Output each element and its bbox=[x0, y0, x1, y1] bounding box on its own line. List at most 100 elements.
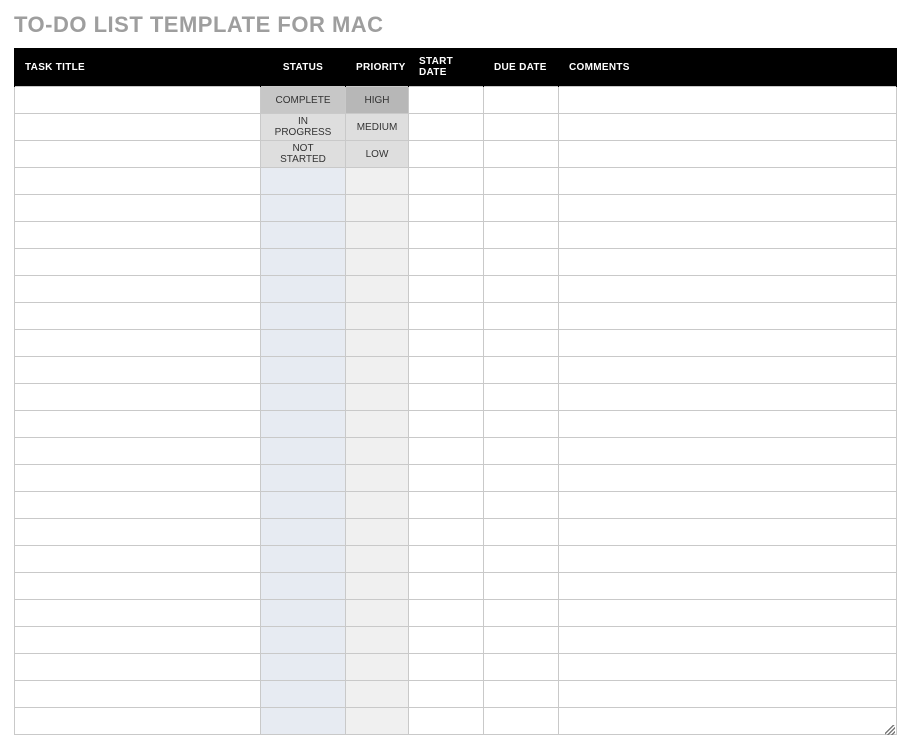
cell-priority[interactable] bbox=[346, 438, 409, 465]
cell-start-date[interactable] bbox=[409, 114, 484, 141]
cell-task-title[interactable] bbox=[15, 114, 261, 141]
cell-status[interactable] bbox=[261, 573, 346, 600]
cell-due-date[interactable] bbox=[484, 573, 559, 600]
cell-comments[interactable] bbox=[559, 492, 897, 519]
cell-task-title[interactable] bbox=[15, 87, 261, 114]
cell-priority[interactable] bbox=[346, 546, 409, 573]
cell-start-date[interactable] bbox=[409, 168, 484, 195]
cell-due-date[interactable] bbox=[484, 330, 559, 357]
cell-task-title[interactable] bbox=[15, 546, 261, 573]
cell-due-date[interactable] bbox=[484, 519, 559, 546]
cell-status[interactable] bbox=[261, 276, 346, 303]
cell-due-date[interactable] bbox=[484, 303, 559, 330]
cell-due-date[interactable] bbox=[484, 357, 559, 384]
cell-start-date[interactable] bbox=[409, 600, 484, 627]
cell-priority[interactable]: HIGH bbox=[346, 87, 409, 114]
cell-status[interactable] bbox=[261, 654, 346, 681]
cell-comments[interactable] bbox=[559, 546, 897, 573]
cell-comments[interactable] bbox=[559, 465, 897, 492]
cell-comments[interactable] bbox=[559, 357, 897, 384]
cell-priority[interactable] bbox=[346, 195, 409, 222]
cell-due-date[interactable] bbox=[484, 708, 559, 735]
cell-due-date[interactable] bbox=[484, 546, 559, 573]
cell-priority[interactable] bbox=[346, 357, 409, 384]
cell-start-date[interactable] bbox=[409, 627, 484, 654]
cell-start-date[interactable] bbox=[409, 654, 484, 681]
cell-start-date[interactable] bbox=[409, 384, 484, 411]
cell-due-date[interactable] bbox=[484, 411, 559, 438]
cell-comments[interactable] bbox=[559, 519, 897, 546]
cell-task-title[interactable] bbox=[15, 708, 261, 735]
cell-task-title[interactable] bbox=[15, 357, 261, 384]
cell-due-date[interactable] bbox=[484, 141, 559, 168]
cell-status[interactable] bbox=[261, 600, 346, 627]
cell-comments[interactable] bbox=[559, 303, 897, 330]
cell-comments[interactable] bbox=[559, 87, 897, 114]
cell-due-date[interactable] bbox=[484, 87, 559, 114]
cell-due-date[interactable] bbox=[484, 438, 559, 465]
cell-task-title[interactable] bbox=[15, 384, 261, 411]
cell-start-date[interactable] bbox=[409, 438, 484, 465]
cell-comments[interactable] bbox=[559, 222, 897, 249]
cell-start-date[interactable] bbox=[409, 708, 484, 735]
cell-priority[interactable] bbox=[346, 384, 409, 411]
cell-task-title[interactable] bbox=[15, 492, 261, 519]
cell-comments[interactable] bbox=[559, 438, 897, 465]
cell-start-date[interactable] bbox=[409, 222, 484, 249]
cell-start-date[interactable] bbox=[409, 411, 484, 438]
cell-task-title[interactable] bbox=[15, 276, 261, 303]
cell-start-date[interactable] bbox=[409, 330, 484, 357]
cell-status[interactable] bbox=[261, 627, 346, 654]
cell-task-title[interactable] bbox=[15, 438, 261, 465]
cell-task-title[interactable] bbox=[15, 411, 261, 438]
cell-start-date[interactable] bbox=[409, 303, 484, 330]
cell-comments[interactable] bbox=[559, 384, 897, 411]
cell-status[interactable]: COMPLETE bbox=[261, 87, 346, 114]
cell-comments[interactable] bbox=[559, 114, 897, 141]
cell-priority[interactable] bbox=[346, 411, 409, 438]
cell-comments[interactable] bbox=[559, 708, 897, 735]
cell-start-date[interactable] bbox=[409, 357, 484, 384]
cell-status[interactable] bbox=[261, 411, 346, 438]
cell-priority[interactable] bbox=[346, 249, 409, 276]
cell-priority[interactable]: LOW bbox=[346, 141, 409, 168]
cell-start-date[interactable] bbox=[409, 492, 484, 519]
cell-due-date[interactable] bbox=[484, 249, 559, 276]
cell-task-title[interactable] bbox=[15, 600, 261, 627]
cell-status[interactable] bbox=[261, 492, 346, 519]
cell-status[interactable] bbox=[261, 708, 346, 735]
cell-start-date[interactable] bbox=[409, 141, 484, 168]
cell-priority[interactable] bbox=[346, 168, 409, 195]
cell-status[interactable] bbox=[261, 222, 346, 249]
cell-status[interactable] bbox=[261, 519, 346, 546]
cell-due-date[interactable] bbox=[484, 114, 559, 141]
cell-start-date[interactable] bbox=[409, 681, 484, 708]
cell-priority[interactable]: MEDIUM bbox=[346, 114, 409, 141]
cell-comments[interactable] bbox=[559, 654, 897, 681]
cell-task-title[interactable] bbox=[15, 303, 261, 330]
cell-priority[interactable] bbox=[346, 708, 409, 735]
cell-task-title[interactable] bbox=[15, 573, 261, 600]
cell-task-title[interactable] bbox=[15, 141, 261, 168]
cell-comments[interactable] bbox=[559, 411, 897, 438]
cell-start-date[interactable] bbox=[409, 249, 484, 276]
cell-status[interactable] bbox=[261, 384, 346, 411]
cell-comments[interactable] bbox=[559, 627, 897, 654]
cell-start-date[interactable] bbox=[409, 276, 484, 303]
cell-status[interactable]: IN PROGRESS bbox=[261, 114, 346, 141]
cell-status[interactable] bbox=[261, 168, 346, 195]
cell-task-title[interactable] bbox=[15, 627, 261, 654]
cell-status[interactable] bbox=[261, 330, 346, 357]
cell-task-title[interactable] bbox=[15, 681, 261, 708]
cell-priority[interactable] bbox=[346, 519, 409, 546]
cell-start-date[interactable] bbox=[409, 546, 484, 573]
cell-comments[interactable] bbox=[559, 141, 897, 168]
cell-due-date[interactable] bbox=[484, 168, 559, 195]
cell-priority[interactable] bbox=[346, 681, 409, 708]
cell-due-date[interactable] bbox=[484, 654, 559, 681]
cell-due-date[interactable] bbox=[484, 276, 559, 303]
cell-task-title[interactable] bbox=[15, 330, 261, 357]
cell-due-date[interactable] bbox=[484, 492, 559, 519]
cell-status[interactable] bbox=[261, 681, 346, 708]
cell-due-date[interactable] bbox=[484, 600, 559, 627]
